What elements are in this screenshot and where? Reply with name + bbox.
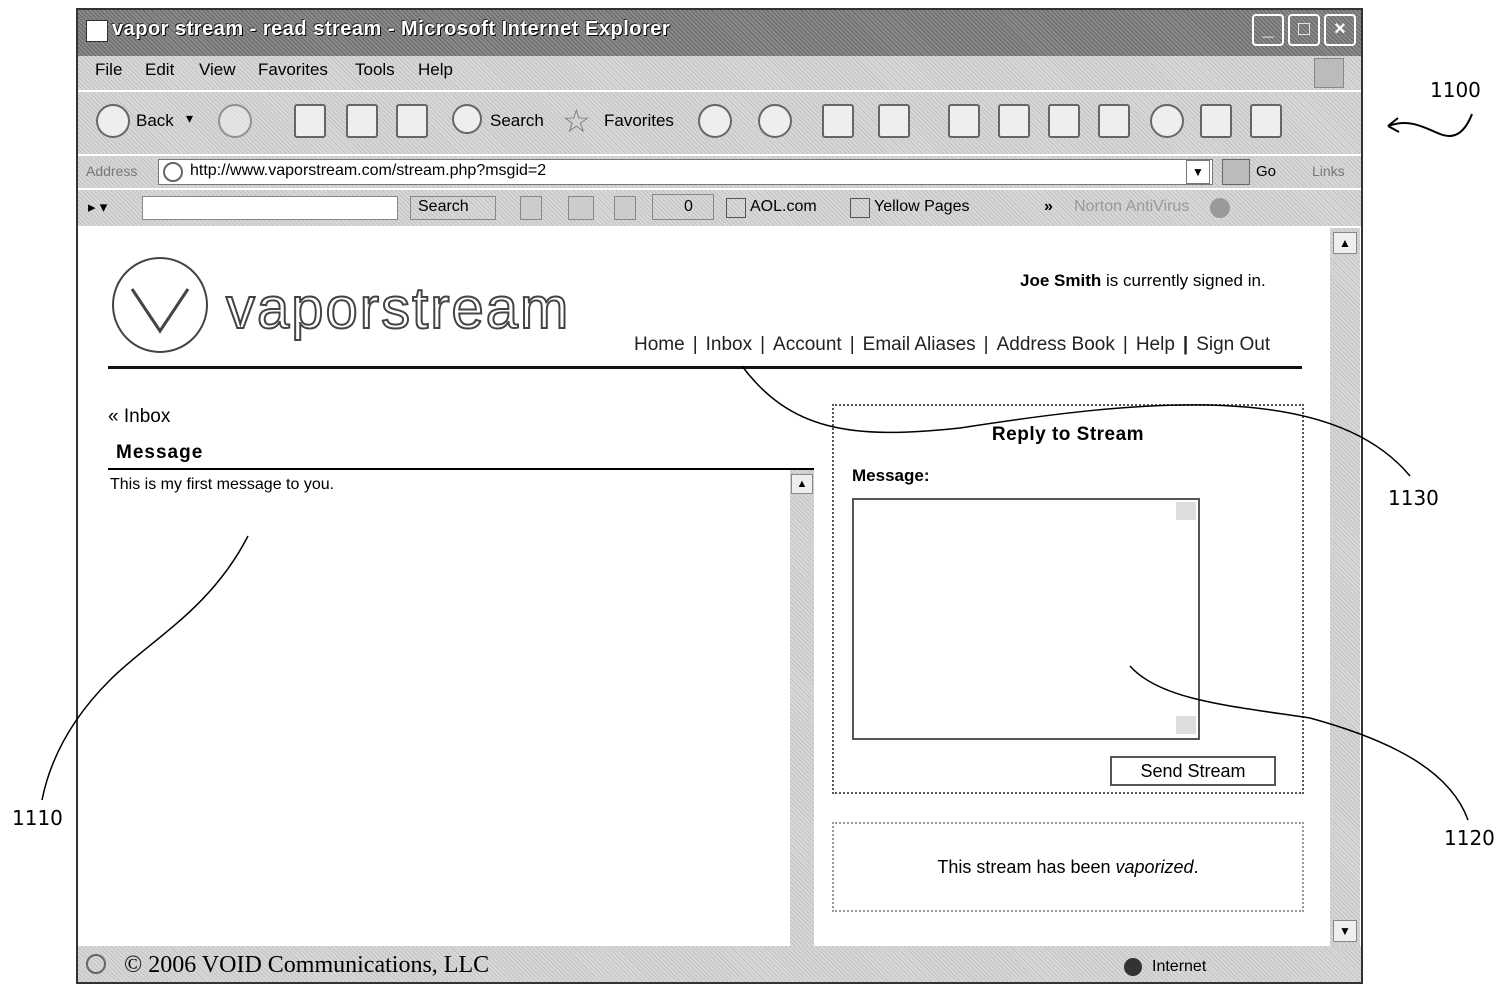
reference-numeral-1110: 1110	[12, 806, 63, 830]
leader-1130	[741, 365, 1411, 477]
annotation-leaders	[41, 113, 1473, 821]
reference-numeral-1130: 1130	[1388, 486, 1439, 510]
reference-numeral-1100: 1100	[1430, 78, 1481, 102]
leader-1110	[41, 535, 249, 801]
reference-numeral-1120: 1120	[1444, 826, 1495, 850]
leader-1100	[1387, 113, 1473, 137]
leader-1120	[1129, 665, 1469, 821]
